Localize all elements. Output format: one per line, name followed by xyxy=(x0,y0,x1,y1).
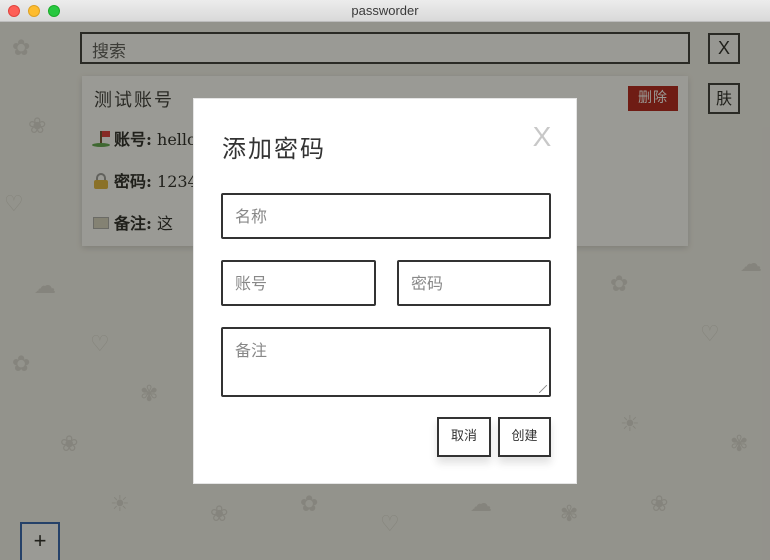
dialog-title: 添加密码 xyxy=(222,135,326,163)
window-title: passworder xyxy=(351,3,419,18)
dialog-close-button[interactable]: X xyxy=(530,121,554,153)
create-button[interactable]: 创建 xyxy=(498,417,551,457)
note-placeholder: 备注 xyxy=(235,341,268,360)
account-input[interactable]: 账号 xyxy=(221,260,376,306)
add-password-dialog: 添加密码 X 名称 账号 密码 备注 取消 创建 xyxy=(193,98,577,484)
note-textarea[interactable]: 备注 xyxy=(221,327,551,397)
title-bar: passworder xyxy=(0,0,770,22)
name-input[interactable]: 名称 xyxy=(221,193,551,239)
resize-grip-icon[interactable] xyxy=(539,385,547,393)
password-input[interactable]: 密码 xyxy=(397,260,551,306)
cancel-button[interactable]: 取消 xyxy=(437,417,491,457)
